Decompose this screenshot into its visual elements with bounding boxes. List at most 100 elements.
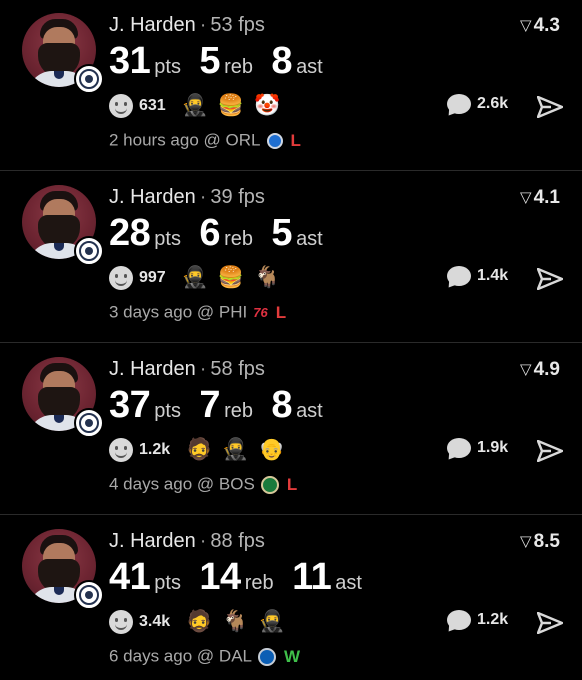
rebounds-value: 5: [199, 40, 221, 82]
assists-stat: 5 ast: [271, 212, 322, 255]
time-ago: 4 days ago: [109, 474, 193, 494]
team-badge-icon: [74, 236, 104, 266]
rebounds-stat: 6 reb: [199, 212, 253, 255]
comment-count: 1.4k: [477, 267, 509, 284]
assists-value: 11: [292, 556, 332, 598]
score-value: 8.5: [533, 531, 560, 552]
assists-label: ast: [335, 572, 362, 594]
score-display[interactable]: ▽ 8.5: [520, 531, 560, 553]
game-result: W: [284, 646, 301, 666]
comment-button[interactable]: 1.9k: [447, 438, 508, 458]
comment-bubble-icon: [447, 266, 471, 286]
react-smiley-icon[interactable]: [109, 610, 133, 634]
fps-rating: 53 fps: [210, 14, 265, 36]
opponent[interactable]: ORL: [226, 131, 261, 150]
assists-value: 8: [271, 40, 293, 82]
points-stat: 28 pts: [109, 212, 181, 255]
points-value: 28: [109, 212, 151, 254]
share-send-icon[interactable]: [537, 96, 563, 118]
assists-stat: 11 ast: [292, 556, 362, 599]
reaction-emoji: 🥷: [222, 438, 249, 461]
opponent[interactable]: DAL: [219, 647, 252, 666]
player-name[interactable]: J. Harden: [109, 358, 196, 380]
game-card[interactable]: J. Harden · 58 fps ▽ 4.9 37 pts 7 reb 8 ast 1.…: [0, 342, 582, 516]
reaction-emoji: 🥷: [181, 266, 208, 289]
game-card[interactable]: J. Harden · 88 fps ▽ 8.5 41 pts 14 reb 11 ast …: [0, 514, 582, 680]
score-display[interactable]: ▽ 4.9: [520, 359, 560, 381]
assists-value: 5: [271, 212, 293, 254]
separator: ·: [199, 14, 207, 36]
points-stat: 37 pts: [109, 384, 181, 427]
points-label: pts: [154, 572, 181, 594]
stat-line: 31 pts 5 reb 8 ast: [109, 40, 337, 83]
assists-value: 8: [271, 384, 293, 426]
comment-button[interactable]: 1.2k: [447, 610, 508, 630]
reaction-emoji: 🥷: [258, 610, 285, 633]
reaction-count: 3.4k: [139, 613, 171, 630]
points-stat: 41 pts: [109, 556, 181, 599]
player-name[interactable]: J. Harden: [109, 530, 196, 552]
comment-count: 2.6k: [477, 95, 509, 112]
fps-rating: 58 fps: [210, 358, 265, 380]
opponent[interactable]: PHI: [219, 303, 247, 322]
reactions-row: 1.2k 🧔 🥷 👴: [109, 438, 295, 464]
reaction-emoji: 🤡: [254, 94, 281, 117]
rating-arrow-icon: ▽: [520, 17, 532, 34]
assists-label: ast: [296, 56, 323, 78]
score-display[interactable]: ▽ 4.3: [520, 15, 560, 37]
reaction-emoji: 🍔: [217, 94, 245, 117]
react-smiley-icon[interactable]: [109, 94, 133, 118]
player-name[interactable]: J. Harden: [109, 14, 196, 36]
player-header: J. Harden · 88 fps: [109, 530, 265, 553]
team-badge-icon: [74, 408, 104, 438]
comment-count: 1.2k: [477, 611, 509, 628]
rebounds-stat: 5 reb: [199, 40, 253, 83]
assists-label: ast: [296, 228, 323, 250]
points-value: 37: [109, 384, 151, 426]
game-meta: 2 hours ago @ ORL L: [109, 130, 301, 151]
comment-count: 1.9k: [477, 439, 509, 456]
game-result: L: [275, 302, 287, 322]
share-send-icon[interactable]: [537, 612, 563, 634]
rebounds-label: reb: [244, 572, 274, 594]
player-name[interactable]: J. Harden: [109, 186, 196, 208]
score-display[interactable]: ▽ 4.1: [520, 187, 560, 209]
reactions-row: 997 🥷 🍔 🐐: [109, 266, 290, 292]
share-send-icon[interactable]: [537, 268, 563, 290]
player-header: J. Harden · 58 fps: [109, 358, 265, 381]
comment-bubble-icon: [447, 94, 471, 114]
share-send-icon[interactable]: [537, 440, 563, 462]
mavericks-logo-icon: [258, 647, 276, 666]
assists-stat: 8 ast: [271, 384, 322, 427]
points-value: 31: [109, 40, 151, 82]
react-smiley-icon[interactable]: [109, 266, 133, 290]
reaction-count: 997: [139, 269, 166, 286]
at-symbol: @: [196, 302, 215, 322]
fps-rating: 39 fps: [210, 186, 265, 208]
game-meta: 4 days ago @ BOS L: [109, 474, 297, 495]
time-ago: 2 hours ago: [109, 130, 199, 150]
react-smiley-icon[interactable]: [109, 438, 133, 462]
rating-arrow-icon: ▽: [520, 533, 532, 550]
comment-bubble-icon: [447, 610, 471, 630]
rebounds-label: reb: [224, 400, 253, 422]
opponent[interactable]: BOS: [219, 475, 255, 494]
comment-button[interactable]: 1.4k: [447, 266, 508, 286]
points-label: pts: [154, 228, 181, 250]
comment-button[interactable]: 2.6k: [447, 94, 508, 114]
rebounds-stat: 14 reb: [199, 556, 273, 599]
reaction-emoji: 🍔: [217, 266, 245, 289]
player-header: J. Harden · 39 fps: [109, 186, 265, 209]
game-card[interactable]: J. Harden · 53 fps ▽ 4.3 31 pts 5 reb 8 ast 63…: [0, 0, 582, 172]
points-value: 41: [109, 556, 151, 598]
reactions-row: 3.4k 🧔 🐐 🥷: [109, 610, 295, 636]
rebounds-value: 14: [199, 556, 241, 598]
points-label: pts: [154, 56, 181, 78]
game-card[interactable]: J. Harden · 39 fps ▽ 4.1 28 pts 6 reb 5 ast 99…: [0, 170, 582, 344]
stat-line: 41 pts 14 reb 11 ast: [109, 556, 376, 599]
rebounds-value: 7: [199, 384, 221, 426]
rating-arrow-icon: ▽: [520, 361, 532, 378]
reaction-emoji: 🐐: [254, 266, 281, 289]
rebounds-label: reb: [224, 56, 253, 78]
reaction-count: 631: [139, 97, 166, 114]
